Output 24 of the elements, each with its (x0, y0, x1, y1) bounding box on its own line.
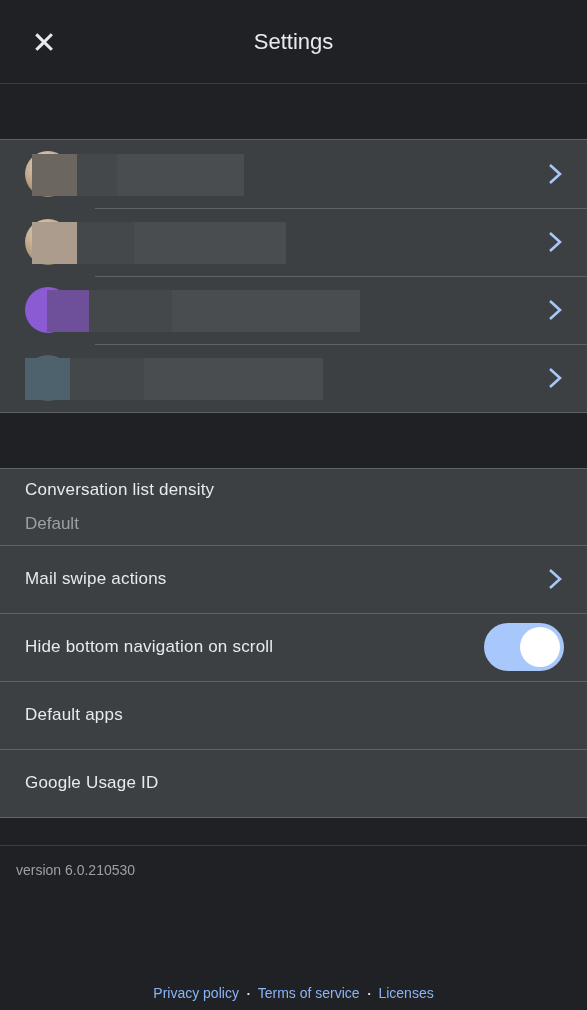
setting-label: Default apps (25, 705, 123, 725)
chevron-right-icon (547, 163, 563, 185)
separator-dot: • (246, 988, 250, 998)
chevron-right-icon (547, 231, 563, 253)
setting-row[interactable]: Conversation list density Default (0, 469, 587, 545)
footer-link[interactable]: Terms of service (257, 985, 360, 1001)
setting-row[interactable]: Google Usage ID (0, 749, 587, 817)
separator-dot: • (367, 988, 371, 998)
page-title: Settings (253, 28, 334, 55)
setting-label: Conversation list density (25, 480, 215, 500)
toggle-switch[interactable] (484, 623, 564, 671)
setting-row[interactable]: Default apps (0, 681, 587, 749)
setting-label: Google Usage ID (25, 773, 159, 793)
footer-link[interactable]: Licenses (378, 985, 434, 1001)
footer-link[interactable]: Privacy policy (153, 985, 239, 1001)
close-button[interactable]: ✕ (22, 20, 66, 64)
setting-label: Mail swipe actions (25, 569, 167, 589)
setting-row[interactable]: Mail swipe actions (0, 545, 587, 613)
chevron-right-icon (547, 367, 563, 389)
setting-value: Default (25, 514, 80, 534)
chevron-right-icon (547, 568, 563, 590)
version-text: version 6.0.210530 (0, 845, 587, 878)
chevron-right-icon (547, 299, 563, 321)
setting-label: Hide bottom navigation on scroll (25, 637, 274, 657)
